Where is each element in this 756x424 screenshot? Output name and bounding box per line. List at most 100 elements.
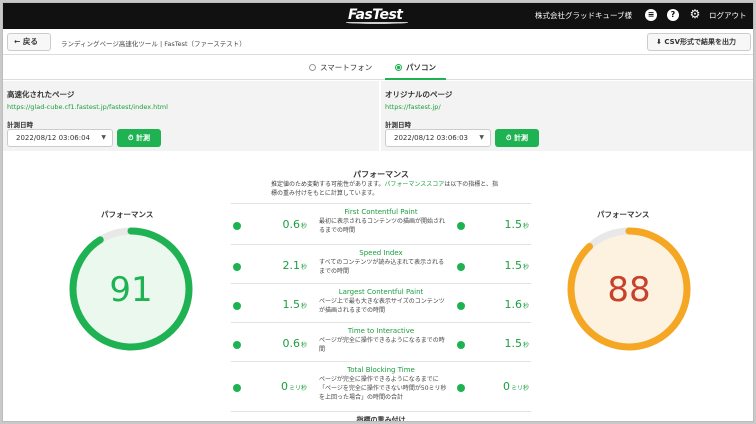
company-name: 株式会社グラッドキューブ様 [535,11,633,20]
metric-name[interactable]: Time to Interactive [271,327,491,335]
value-unit: 秒 [300,342,307,349]
value-number: 1.5 [504,259,522,272]
tab-pc-label: パソコン [406,63,436,72]
right-gauge-label: パフォーマンス [597,210,650,219]
optimized-page-title: 高速化されたページ [7,90,75,99]
metrics-description-text-1: 推定値のため変動する可能性があります。 [271,181,385,188]
measure-button-label: 計測 [135,134,150,142]
metric-row-speed-index: Speed Index すべてのコンテンツが読み込まれて表示されるまでの時間 2… [231,244,531,283]
value-unit: 秒 [522,342,529,349]
metric-row-fcp: First Contentful Paint 最初に表示されるコンテンツの描画が… [231,203,531,242]
metric-description: ページが完全に操作できるようになるまでに「ページを完全に操作できない時間が50ミ… [319,376,447,401]
original-page-url[interactable]: https://fastest.jp/ [385,103,441,111]
left-metric-value: 1.5秒 [237,298,307,311]
original-page-title: オリジナルのページ [385,90,453,99]
performance-score-link[interactable]: パフォーマンススコア [384,181,444,188]
app-frame: FasTest 株式会社グラッドキューブ様 ≡ ? ⚙ ログアウト ← 戻る ラ… [2,2,754,422]
right-metric-value: 1.6秒 [459,298,529,311]
value-number: 0 [502,380,510,393]
breadcrumb: ランディングページ高速化ツール | FasTest（ファーステスト） [61,40,246,48]
csv-export-button[interactable]: ⬇ CSV形式で結果を出力 [647,33,751,51]
metric-description: ページ上で最も大きな表示サイズのコンテンツが描画されるまでの時間 [319,298,445,314]
optimized-score: 91 [109,270,152,310]
metric-name[interactable]: Total Blocking Time [271,366,491,374]
measure-datetime-label: 計測日時 [385,121,411,129]
timer-icon: ⏱ [506,134,512,142]
back-arrow-icon: ← [14,37,21,46]
value-number: 0.6 [282,337,300,350]
original-measure-button[interactable]: ⏱ 計測 [495,129,539,147]
original-datetime-select[interactable]: 2022/08/12 03:06:03 ▼ [385,129,491,147]
original-datetime-value: 2022/08/12 03:06:03 [394,134,469,142]
optimized-page-panel: 高速化されたページ https://glad-cube.cf1.fastest.… [3,81,379,151]
value-number: 0.6 [282,218,300,231]
measure-button-label: 計測 [513,134,528,142]
logo-swoosh [346,21,408,24]
metric-row-tti: Time to Interactive ページが完全に操作できるようになるまでの… [231,322,531,361]
value-unit: 秒 [522,264,529,271]
help-icon[interactable]: ? [667,9,679,21]
value-unit: ミリ秒 [288,385,307,392]
right-metric-value: 1.5秒 [459,259,529,272]
value-unit: ミリ秒 [510,385,529,392]
original-performance-gauge: 88 [567,227,691,351]
metric-row-tbt: Total Blocking Time ページが完全に操作できるようになるまでに… [231,361,531,409]
left-metric-value: 0.6秒 [237,337,307,350]
right-metric-value: 1.5秒 [459,218,529,231]
back-button-label: 戻る [22,37,38,46]
left-metric-value: 2.1秒 [237,259,307,272]
metrics-panel: パフォーマンス 推定値のため変動する可能性があります。パフォーマンススコアは以下… [231,165,531,421]
value-unit: 秒 [300,264,307,271]
value-number: 1.5 [504,218,522,231]
metrics-description: 推定値のため変動する可能性があります。パフォーマンススコアは以下の指標と、指標の… [271,180,503,198]
top-bar: FasTest 株式会社グラッドキューブ様 ≡ ? ⚙ ログアウト [3,3,753,29]
original-score: 88 [607,270,650,310]
radio-smartphone[interactable] [309,64,316,71]
tab-pc[interactable]: パソコン [385,56,446,80]
back-button[interactable]: ← 戻る [7,33,51,51]
metric-name[interactable]: First Contentful Paint [271,208,491,216]
left-metric-value: 0ミリ秒 [237,380,307,393]
right-metric-value: 1.5秒 [459,337,529,350]
value-number: 1.6 [504,298,522,311]
metric-name[interactable]: Largest Contentful Paint [271,288,491,296]
value-unit: 秒 [522,303,529,310]
metric-row-lcp: Largest Contentful Paint ページ上で最も大きな表示サイズ… [231,283,531,322]
right-metric-value: 0ミリ秒 [459,380,529,393]
logout-link[interactable]: ログアウト [709,10,747,21]
metrics-title: パフォーマンス [353,170,409,179]
metric-name[interactable]: Speed Index [271,249,491,257]
value-number: 0 [280,380,288,393]
timer-icon: ⏱ [128,134,134,142]
optimized-page-url[interactable]: https://glad-cube.cf1.fastest.jp/fastest… [7,103,168,111]
gear-icon[interactable]: ⚙ [689,8,701,21]
value-number: 1.5 [282,298,300,311]
optimized-performance-gauge: 91 [69,227,193,351]
optimized-datetime-select[interactable]: 2022/08/12 03:06:04 ▼ [7,129,113,147]
radio-pc[interactable] [395,64,402,71]
device-tabs: スマートフォン パソコン [3,56,753,80]
csv-export-label: CSV形式で結果を出力 [664,38,737,46]
chevron-down-icon: ▼ [101,134,106,141]
metric-description: ページが完全に操作できるようになるまでの時間 [319,337,445,353]
metric-description: すべてのコンテンツが読み込まれて表示されるまでの時間 [319,259,445,275]
sub-toolbar: ← 戻る ランディングページ高速化ツール | FasTest（ファーステスト） … [3,29,753,55]
left-gauge-label: パフォーマンス [101,210,154,219]
optimized-measure-button[interactable]: ⏱ 計測 [117,129,161,147]
metric-description: 最初に表示されるコンテンツの描画が開始されるまでの時間 [319,218,446,234]
value-number: 2.1 [282,259,300,272]
tab-smartphone[interactable]: スマートフォン [309,56,372,80]
value-unit: 秒 [300,223,307,230]
tab-smartphone-label: スマートフォン [320,63,373,72]
optimized-datetime-value: 2022/08/12 03:06:04 [16,134,91,142]
left-metric-value: 0.6秒 [237,218,307,231]
chevron-down-icon: ▼ [479,134,484,141]
value-number: 1.5 [504,337,522,350]
value-unit: 秒 [300,303,307,310]
list-icon[interactable]: ≡ [645,9,657,21]
value-unit: 秒 [522,223,529,230]
original-page-panel: オリジナルのページ https://fastest.jp/ 計測日時 2022/… [381,81,753,151]
metric-weight-title: 指標の重み付け [231,411,531,421]
measure-datetime-label: 計測日時 [7,121,33,129]
download-icon: ⬇ [656,38,662,46]
